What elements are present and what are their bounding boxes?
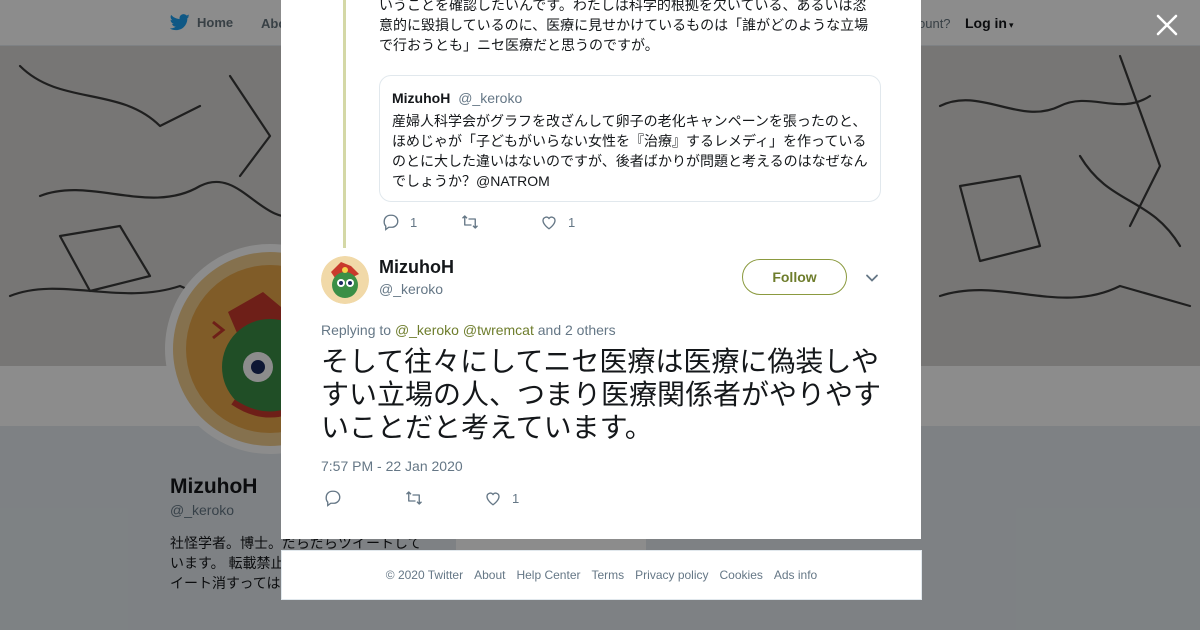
like-count: 1 [512, 490, 520, 506]
footer-copyright: © 2020 Twitter [385, 568, 464, 582]
footer-cookies-link[interactable]: Cookies [720, 568, 763, 582]
footer-about-link[interactable]: About [474, 568, 505, 582]
thread-connector-line [343, 0, 346, 248]
author-avatar[interactable] [321, 256, 369, 304]
reply-count: 1 [410, 214, 418, 230]
retweet-icon [462, 215, 478, 229]
tweet-text: そして往々にしてニセ医療は医療に偽装しやすい立場の人、つまり医療関係者がやりやす… [321, 346, 882, 443]
author-name[interactable]: MizuhoH [379, 257, 454, 278]
quoted-tweet-card[interactable]: MizuhoH @_keroko 産婦人科学会がグラフを改ざんして卵子の老化キャ… [379, 75, 881, 202]
tweet-actions: 1 [324, 489, 519, 507]
heart-icon [542, 216, 556, 230]
retweet-button[interactable] [404, 489, 484, 507]
reply-icon [383, 214, 399, 231]
retweet-button[interactable] [460, 213, 540, 231]
reply-button[interactable] [324, 489, 404, 507]
modal-footer: © 2020 Twitter About Help Center Terms P… [281, 550, 922, 600]
like-count: 1 [568, 214, 576, 230]
footer-terms-link[interactable]: Terms [591, 568, 624, 582]
like-button[interactable]: 1 [484, 489, 519, 507]
replying-to-others[interactable]: and 2 others [538, 322, 616, 338]
replying-to-prefix: Replying to [321, 322, 392, 338]
close-modal-button[interactable] [1154, 12, 1180, 38]
close-icon [1156, 14, 1178, 36]
footer-help-link[interactable]: Help Center [516, 568, 580, 582]
footer-ads-link[interactable]: Ads info [774, 568, 817, 582]
reply-button[interactable]: 1 [382, 213, 460, 231]
replying-to-context: Replying to @_keroko @twremcat and 2 oth… [321, 322, 616, 338]
reply-icon [325, 490, 341, 507]
author-handle[interactable]: @_keroko [379, 281, 443, 297]
retweet-icon [406, 491, 422, 505]
previous-tweet-actions: 1 1 [382, 213, 575, 231]
previous-tweet-text: いうことを確認したいんです。わたしは科学的根拠を欠いている、あるいは恣意的に毀損… [379, 0, 869, 53]
quoted-author-handle: @_keroko [458, 90, 523, 106]
tweet-timestamp[interactable]: 7:57 PM - 22 Jan 2020 [321, 458, 463, 474]
footer-privacy-link[interactable]: Privacy policy [635, 568, 708, 582]
tweet-options-button[interactable] [864, 270, 880, 286]
chevron-down-icon [866, 274, 878, 282]
tweet-permalink-modal: いうことを確認したいんです。わたしは科学的根拠を欠いている、あるいは恣意的に毀損… [281, 0, 921, 539]
follow-button[interactable]: Follow [742, 259, 847, 295]
quoted-tweet-text: 産婦人科学会がグラフを改ざんして卵子の老化キャンペーンを張ったのと、ほめじゃが「… [392, 113, 868, 189]
reply-mention-twremcat[interactable]: @twremcat [463, 322, 534, 338]
heart-icon [486, 492, 500, 506]
like-button[interactable]: 1 [540, 213, 575, 231]
quoted-author-name: MizuhoH [392, 90, 451, 106]
reply-mention-keroko[interactable]: @_keroko [395, 322, 459, 338]
